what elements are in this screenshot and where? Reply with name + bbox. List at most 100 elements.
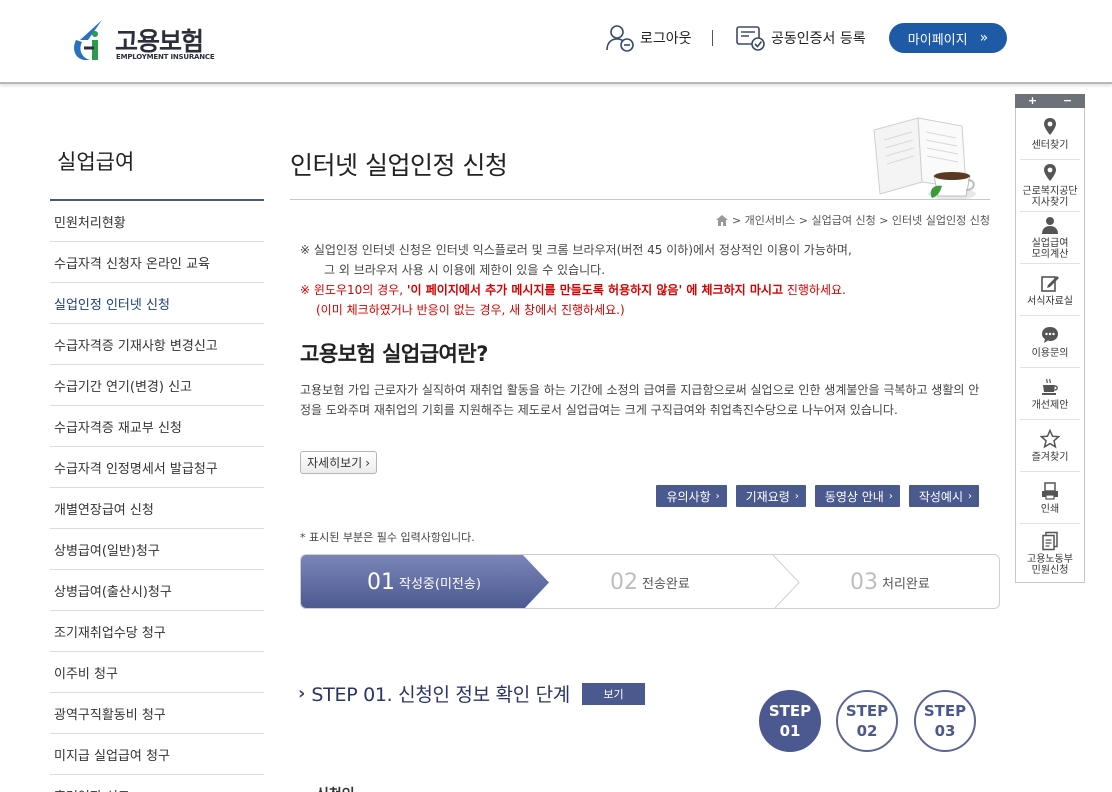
notice-line-windows: ※ 윈도우10의 경우, '이 페이지에서 추가 메시지를 만들도록 허용하지 …: [300, 280, 990, 300]
user-logout-icon: [606, 25, 634, 52]
print-icon: [1042, 481, 1058, 500]
certificate-icon: [736, 26, 765, 51]
quick-item-label: 센터찾기: [1031, 139, 1069, 151]
site-logo[interactable]: 고용보험 EMPLOYMENT INSURANCE: [70, 18, 215, 64]
breadcrumb-path: > 개인서비스 > 실업급여 신청 > 인터넷 실업인정 신청: [731, 214, 990, 227]
zoom-out-button[interactable]: −: [1050, 94, 1085, 108]
double-chevron-right-icon: »: [979, 30, 989, 46]
certificate-label: 공동인증서 등록: [771, 31, 866, 47]
sidebar-item[interactable]: 수급자격 신청자 온라인 교육: [50, 242, 264, 283]
sidebar-item[interactable]: 수급자격증 재교부 신청: [50, 406, 264, 447]
step-title: STEP 01. 신청인 정보 확인 단계: [311, 684, 570, 706]
quick-item-label: 근로복지공단 지사찾기: [1022, 186, 1078, 208]
quick-item-label: 인쇄: [1040, 503, 1060, 515]
logout-label: 로그아웃: [640, 31, 692, 47]
sidebar-item[interactable]: 상병급여(출산시)청구: [50, 570, 264, 611]
chevron-right-icon: ›: [968, 490, 972, 502]
logout-link[interactable]: 로그아웃: [604, 22, 692, 54]
step-circle-label: STEP: [923, 702, 967, 720]
location-icon: [1044, 164, 1056, 181]
sidebar-item[interactable]: 조기재취업수당 청구: [50, 611, 264, 652]
progress-step-label: 작성중(미전송): [399, 577, 481, 592]
certificate-register-link[interactable]: 공동인증서 등록: [735, 22, 866, 54]
step-circle-2[interactable]: STEP 02: [836, 690, 898, 752]
progress-step-number: 02: [610, 570, 638, 595]
sidebar-item[interactable]: 훈련연장 신고: [50, 775, 264, 792]
step-circle-label: STEP: [845, 702, 889, 720]
edit-icon: [1041, 275, 1059, 292]
logo-subtitle: EMPLOYMENT INSURANCE: [116, 53, 215, 61]
quick-item-form-library[interactable]: 서식자료실: [1020, 264, 1080, 316]
sidebar-item[interactable]: 상병급여(일반)청구: [50, 529, 264, 570]
home-icon[interactable]: [715, 214, 728, 226]
quick-item-label: 실업급여 모의계산: [1031, 238, 1069, 260]
sidebar-item[interactable]: 수급자격 인정명세서 발급청구: [50, 447, 264, 488]
notice-new-window: (이미 체크하였거나 반응이 없는 경우, 새 창에서 진행하세요.): [316, 303, 625, 317]
quick-item-benefit-calculator[interactable]: 실업급여 모의계산: [1020, 212, 1080, 264]
quick-item-label: 서식자료실: [1027, 295, 1073, 307]
quick-item-ministry-petition[interactable]: 고용노동부 민원신청: [1020, 524, 1080, 582]
sidebar-item[interactable]: 미지급 실업급여 청구: [50, 734, 264, 775]
sidebar-title: 실업급여: [57, 150, 135, 174]
notice-windows-suffix: 진행하세요.: [786, 283, 846, 297]
site-header: 고용보험 EMPLOYMENT INSURANCE 로그아웃 공동인증서 등록 …: [0, 0, 1112, 84]
step-circle-label: STEP: [768, 702, 812, 720]
view-button[interactable]: 보기: [582, 682, 645, 705]
zoom-in-button[interactable]: +: [1015, 94, 1050, 108]
location-icon: [1044, 117, 1056, 135]
browser-notice: ※ 실업인정 인터넷 신청은 인터넷 익스플로러 및 크롬 브라우저(버전 45…: [300, 240, 990, 320]
quick-menu-list: 센터찾기 근로복지공단 지사찾기 실업급여 모의계산 서식자료실 이용문의 개선…: [1015, 108, 1085, 583]
step-circle-number: 01: [779, 722, 801, 740]
quick-menu: + − 센터찾기 근로복지공단 지사찾기 실업급여 모의계산 서식자료실 이용문…: [1015, 94, 1085, 583]
sidebar-item[interactable]: 광역구직활동비 청구: [50, 693, 264, 734]
more-details-label: 자세히보기: [307, 456, 363, 470]
sidebar-item[interactable]: 수급자격증 기재사항 변경신고: [50, 324, 264, 365]
title-divider: [290, 199, 990, 200]
quick-item-label: 개선제안: [1031, 399, 1069, 411]
writing-guide-button[interactable]: 기재요령 ›: [735, 485, 806, 507]
chevron-right-icon: ›: [715, 490, 720, 502]
progress-step-1: 01 작성중(미전송): [367, 555, 481, 608]
precautions-button[interactable]: 유의사항 ›: [656, 485, 727, 507]
person-icon: [1042, 217, 1058, 234]
required-field-note: * 표시된 부분은 필수 입력사항입니다.: [300, 531, 475, 544]
notice-windows-prefix: ※ 윈도우10의 경우,: [300, 283, 404, 297]
more-details-button[interactable]: 자세히보기 ›: [300, 451, 378, 474]
quick-item-inquiry[interactable]: 이용문의: [1020, 316, 1080, 368]
quick-item-favorites[interactable]: 즐겨찾기: [1020, 420, 1080, 472]
book-coffee-illustration: [873, 117, 976, 200]
step-circle-1[interactable]: STEP 01: [759, 690, 821, 752]
sidebar-item[interactable]: 수급기간 연기(변경) 신고: [50, 365, 264, 406]
sidebar-item[interactable]: 이주비 청구: [50, 652, 264, 693]
chat-icon: [1042, 326, 1058, 343]
quick-item-suggestion[interactable]: 개선제안: [1020, 368, 1080, 420]
quick-item-print[interactable]: 인쇄: [1020, 472, 1080, 524]
sidebar-menu: 민원처리현황 수급자격 신청자 온라인 교육 실업인정 인터넷 신청 수급자격증…: [50, 201, 264, 792]
mypage-button[interactable]: 마이페이지 »: [889, 23, 1007, 53]
quick-item-center-search[interactable]: 센터찾기: [1020, 108, 1080, 160]
step-circle-number: 02: [856, 722, 878, 740]
progress-step-number: 01: [367, 570, 395, 595]
writing-example-button[interactable]: 작성예시 ›: [908, 485, 979, 507]
quick-item-branch-search[interactable]: 근로복지공단 지사찾기: [1020, 160, 1080, 212]
sidebar-item-active[interactable]: 실업인정 인터넷 신청: [50, 283, 264, 324]
notice-windows-emphasis: '이 페이지에서 추가 메시지를 만들도록 허용하지 않음' 에 체크하지 마시…: [406, 283, 783, 297]
progress-step-label: 전송완료: [642, 577, 690, 592]
cup-icon: [1042, 378, 1058, 395]
quick-item-label: 즐겨찾기: [1031, 451, 1069, 463]
sidebar-item[interactable]: 민원처리현황: [50, 201, 264, 242]
quick-item-label: 이용문의: [1031, 347, 1069, 359]
button-label: 유의사항: [666, 489, 711, 504]
notice-line: 그 외 브라우저 사용 시 이용에 제한이 있을 수 있습니다.: [324, 263, 606, 277]
progress-step-2: 02 전송완료: [610, 555, 690, 608]
quick-item-label: 고용노동부 민원신청: [1027, 553, 1073, 576]
section-description: 고용보험 가입 근로자가 실직하여 재취업 활동을 하는 기간에 소정의 급여를…: [300, 383, 980, 417]
progress-step-number: 03: [850, 570, 878, 595]
document-icon: [1042, 531, 1058, 550]
section-title: 고용보험 실업급여란?: [300, 342, 488, 366]
video-guide-button[interactable]: 동영상 안내 ›: [814, 485, 900, 507]
sidebar-item[interactable]: 개별연장급여 신청: [50, 488, 264, 529]
progress-steps: 01 작성중(미전송) 02 전송완료 03 처리완료: [300, 554, 1000, 609]
step-circle-3[interactable]: STEP 03: [914, 690, 976, 752]
progress-step-label: 처리완료: [882, 577, 930, 592]
